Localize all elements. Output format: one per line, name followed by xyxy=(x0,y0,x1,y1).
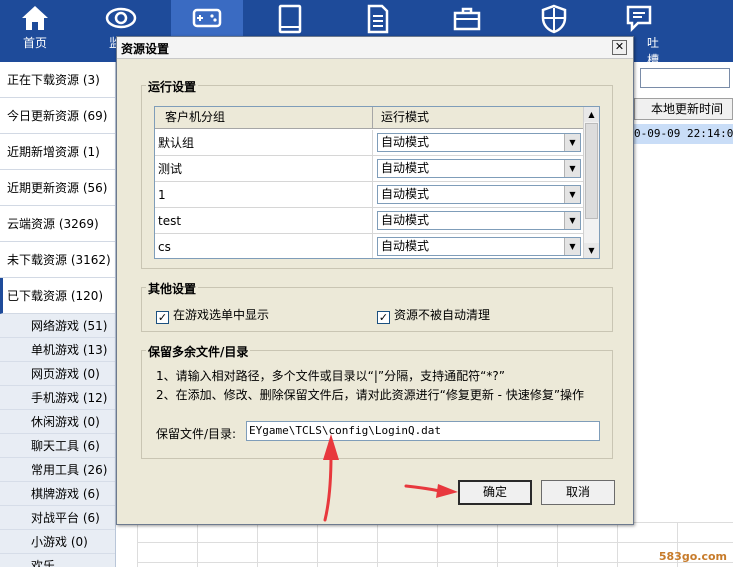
arrow-up-annotation xyxy=(323,434,339,522)
watermark: 583go.com xyxy=(658,550,727,563)
annotation-arrows xyxy=(323,434,458,522)
arrow-right-annotation xyxy=(404,484,458,498)
